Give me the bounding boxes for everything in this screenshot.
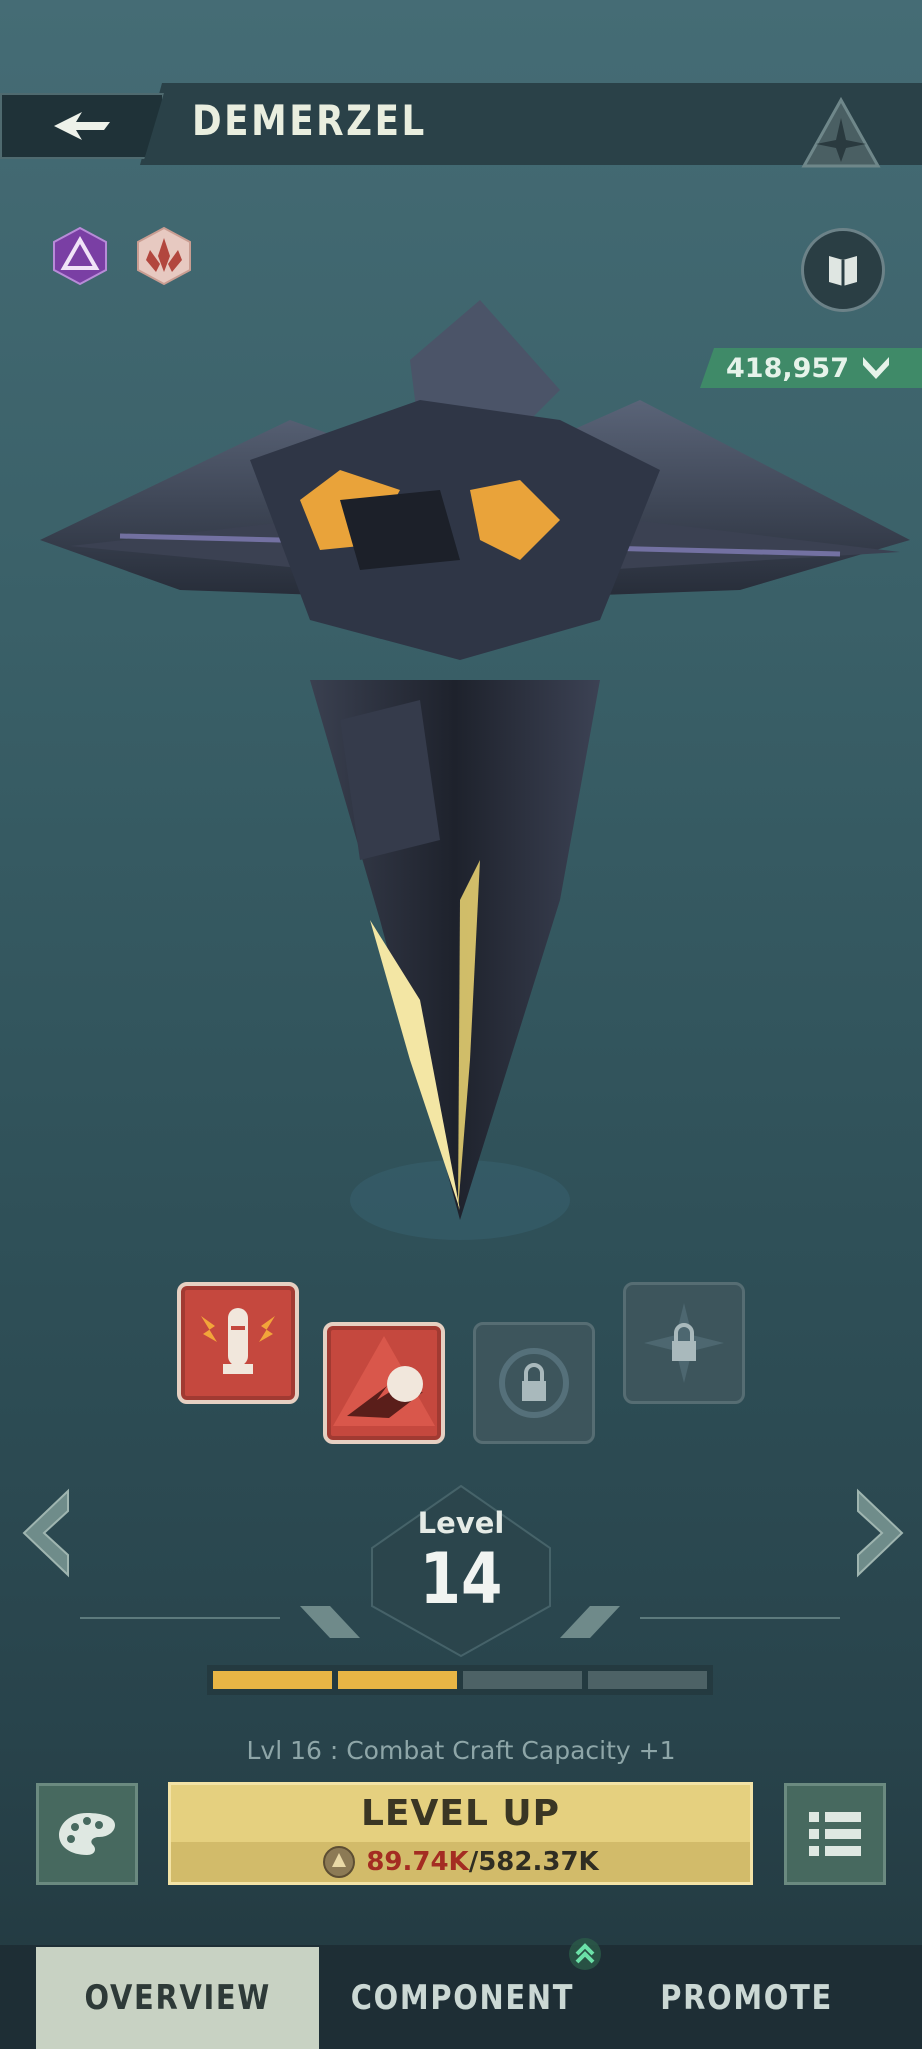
progress-segment-filled: [213, 1671, 332, 1689]
back-button[interactable]: [0, 93, 164, 159]
upgrade-available-icon: [569, 1938, 601, 1970]
cost-separator: /: [468, 1847, 479, 1877]
back-arrow-icon: [54, 112, 110, 140]
level-label: Level: [417, 1506, 505, 1540]
cost-required: 582.37K: [478, 1847, 599, 1877]
tab-component[interactable]: COMPONENT: [330, 1947, 594, 2049]
faction-crest-badge[interactable]: [134, 226, 194, 286]
ship-model[interactable]: [40, 300, 920, 1240]
rarity-epic-badge[interactable]: [50, 226, 110, 286]
level-up-button[interactable]: LEVEL UP 89.74K/582.37K: [168, 1782, 753, 1885]
lock-icon: [644, 1303, 724, 1383]
level-progress-bar: [207, 1665, 713, 1695]
progress-segment-empty: [588, 1671, 707, 1689]
impact-blast-ability-slot[interactable]: [323, 1322, 445, 1444]
tab-promote-label: PROMOTE: [660, 1978, 834, 2018]
list-icon: [809, 1812, 861, 1856]
locked-ability-slot-3[interactable]: [473, 1322, 595, 1444]
next-level-unlock-hint: Lvl 16 : Combat Craft Capacity +1: [246, 1736, 676, 1765]
faction-emblem-icon[interactable]: [796, 96, 886, 176]
level-up-cost: 89.74K/582.37K: [171, 1842, 750, 1882]
tab-promote[interactable]: PROMOTE: [608, 1947, 886, 2049]
paint-skin-button[interactable]: [36, 1783, 138, 1885]
stats-list-button[interactable]: [784, 1783, 886, 1885]
locked-ability-slot-4[interactable]: [623, 1282, 745, 1404]
book-icon: [829, 256, 857, 286]
tab-component-label: COMPONENT: [350, 1978, 574, 2018]
level-up-label: LEVEL UP: [360, 1793, 561, 1834]
credits-coin-icon: [323, 1846, 356, 1878]
lock-icon: [499, 1348, 569, 1418]
missile-ability-slot[interactable]: [177, 1282, 299, 1404]
palette-icon: [59, 1813, 115, 1855]
level-value: 14: [419, 1538, 503, 1620]
blast-icon: [333, 1336, 435, 1426]
progress-segment-filled: [338, 1671, 457, 1689]
cost-current: 89.74K: [366, 1847, 469, 1877]
progress-segment-empty: [463, 1671, 582, 1689]
missile-icon: [201, 1308, 275, 1374]
tab-overview[interactable]: OVERVIEW: [36, 1947, 319, 2049]
tab-overview-label: OVERVIEW: [84, 1978, 271, 2018]
page-title: DEMERZEL: [192, 96, 427, 145]
